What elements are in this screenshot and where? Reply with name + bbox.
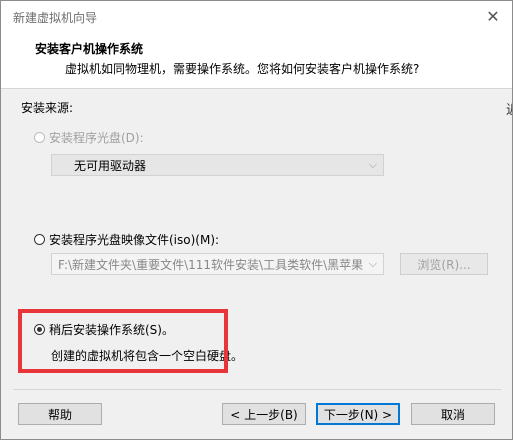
page-subtitle: 虚拟机如同物理机，需要操作系统。您将如何安装客户机操作系统?	[65, 62, 420, 76]
radio-install-later[interactable]: 稍后安装操作系统(S)。	[34, 321, 174, 338]
iso-path-value: F:\新建文件夹\重要文件\111软件安装\工具类软件\黑苹果	[58, 257, 364, 272]
radio-install-iso-label: 安装程序光盘映像文件(iso)(M):	[49, 233, 220, 247]
title-bar: 新建虚拟机向导 ✕	[1, 1, 512, 31]
radio-button	[34, 132, 45, 143]
new-vm-wizard-window: 新建虚拟机向导 ✕ 安装客户机操作系统 虚拟机如同物理机，需要操作系统。您将如何…	[0, 0, 513, 440]
page-title: 安装客户机操作系统	[35, 42, 144, 56]
radio-install-iso[interactable]: 安装程序光盘映像文件(iso)(M):	[34, 231, 219, 248]
radio-install-disc-label: 安装程序光盘(D):	[49, 131, 144, 145]
install-later-description: 创建的虚拟机将包含一个空白硬盘。	[51, 349, 244, 363]
background-window-fragment: 近	[506, 99, 512, 118]
close-button[interactable]: ✕	[482, 5, 504, 27]
chevron-down-icon: ⌵	[368, 257, 377, 270]
radio-install-disc[interactable]: 安装程序光盘(D):	[34, 129, 144, 146]
install-source-label: 安装来源:	[21, 101, 74, 115]
window-title: 新建虚拟机向导	[13, 11, 98, 25]
back-button[interactable]: < 上一步(B)	[222, 403, 306, 425]
close-icon: ✕	[486, 6, 500, 26]
radio-button	[34, 234, 45, 245]
footer-divider	[13, 389, 501, 390]
help-button[interactable]: 帮助	[18, 403, 102, 425]
chevron-down-icon: ⌵	[368, 158, 377, 171]
iso-path-combobox[interactable]: F:\新建文件夹\重要文件\111软件安装\工具类软件\黑苹果 ⌵	[51, 253, 384, 275]
cancel-button[interactable]: 取消	[411, 403, 495, 425]
next-button[interactable]: 下一步(N) >	[316, 403, 400, 425]
wizard-header: 安装客户机操作系统 虚拟机如同物理机，需要操作系统。您将如何安装客户机操作系统?	[1, 31, 512, 89]
disc-drive-dropdown[interactable]: 无可用驱动器 ⌵	[51, 154, 384, 176]
browse-button[interactable]: 浏览(R)...	[400, 253, 488, 275]
radio-install-later-label: 稍后安装操作系统(S)。	[49, 323, 174, 337]
radio-button	[34, 324, 45, 335]
disc-drive-value: 无可用驱动器	[74, 158, 147, 173]
